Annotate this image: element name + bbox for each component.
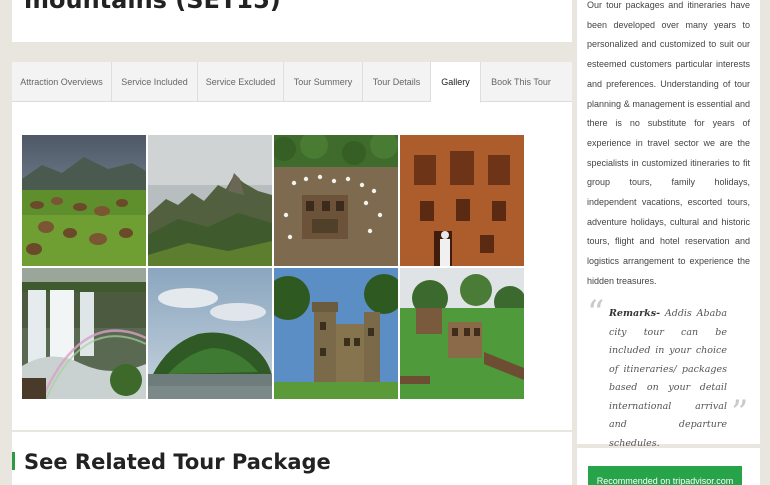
page-title: mountains (SET15) (24, 0, 281, 14)
photo-mountain-peaks[interactable] (148, 135, 272, 266)
tab-tour-summery[interactable]: Tour Summery (284, 62, 363, 102)
related-packages-heading: See Related Tour Package (24, 450, 331, 474)
tab-bar: Attraction Overviews Service Included Se… (12, 62, 572, 103)
sidebar: Our tour packages and itineraries have b… (577, 0, 760, 449)
section-accent-bar (12, 452, 15, 470)
photo-gallery (22, 135, 524, 399)
tour-tabs-panel: Attraction Overviews Service Included Se… (12, 62, 572, 430)
open-quote-icon: “ (587, 293, 605, 333)
tab-book-this-tour[interactable]: Book This Tour (481, 62, 561, 102)
tab-service-included[interactable]: Service Included (112, 62, 198, 102)
close-quote-icon: ” (731, 393, 749, 433)
tripadvisor-button[interactable]: Recommended on tripadvisor.com (588, 466, 742, 485)
tab-attraction-overviews[interactable]: Attraction Overviews (12, 62, 112, 102)
photo-castle[interactable] (274, 268, 398, 399)
photo-lake-island[interactable] (148, 268, 272, 399)
photo-castle-ruins-lawn[interactable] (400, 268, 524, 399)
photo-waterfall-rainbow[interactable] (22, 268, 146, 399)
photo-rock-hewn-church-facade[interactable] (400, 135, 524, 266)
tab-tour-details[interactable]: Tour Details (363, 62, 431, 102)
remarks-label: Remarks- (609, 308, 661, 319)
about-paragraph: Our tour packages and itineraries have b… (587, 0, 750, 286)
title-card: mountains (SET15) (12, 0, 572, 42)
remarks-text: Addis Ababa city tour can be included in… (609, 308, 727, 449)
tripadvisor-card: Recommended on tripadvisor.com (577, 448, 760, 485)
photo-highland-baboons[interactable] (22, 135, 146, 266)
remarks-note: Remarks- Addis Ababa city tour can be in… (609, 305, 727, 453)
tab-service-excluded[interactable]: Service Excluded (198, 62, 284, 102)
tab-gallery[interactable]: Gallery (431, 62, 481, 103)
related-packages-section: See Related Tour Package (12, 432, 572, 485)
photo-rock-church-crowd[interactable] (274, 135, 398, 266)
